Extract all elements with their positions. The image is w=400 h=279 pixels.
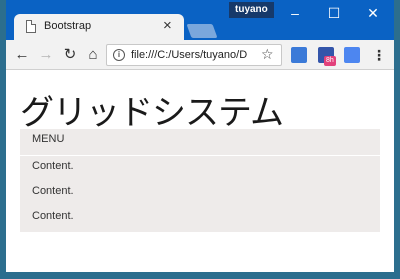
home-icon[interactable]: ⌂ [83,45,103,65]
tab-close-icon[interactable]: × [163,17,172,35]
content-item: Content. [32,210,74,222]
url-text[interactable]: file:///C:/Users/tuyano/D [131,49,253,61]
maximize-icon[interactable]: ☐ [319,2,349,24]
content-item: Content. [32,160,74,172]
browser-toolbar: ← → ↻ ⌂ i file:///C:/Users/tuyano/D ☆ 8h… [6,40,394,70]
page-icon [26,20,36,33]
reload-icon[interactable]: ↻ [60,45,80,65]
minimize-icon[interactable]: – [280,2,310,24]
info-icon[interactable]: i [113,49,125,61]
back-arrow-icon[interactable]: ← [12,45,32,65]
more-menu-icon[interactable]: ⋮ [372,45,386,65]
page-content: グリッドシステム MENU Content. Content. Content. [6,71,394,272]
mail-extension-icon[interactable] [291,47,307,63]
title-bar: Bootstrap × tuyano – ☐ ✕ [6,0,394,40]
content-item: Content. [32,185,74,197]
new-tab-button[interactable] [186,24,218,38]
browser-window: Bootstrap × tuyano – ☐ ✕ ← → ↻ ⌂ i file:… [6,0,394,272]
extension-badge: 8h [324,56,336,66]
tab-title: Bootstrap [44,20,92,32]
bookmark-star-icon[interactable]: ☆ [261,46,274,63]
close-window-icon[interactable]: ✕ [358,2,388,24]
browser-tab[interactable]: Bootstrap × [14,14,184,40]
address-bar[interactable]: i file:///C:/Users/tuyano/D ☆ [106,44,282,66]
forward-arrow-icon[interactable]: → [36,45,56,65]
translate-extension-icon[interactable] [344,47,360,63]
menu-label: MENU [32,133,65,145]
page-title: グリッドシステム [20,93,284,133]
profile-badge[interactable]: tuyano [229,2,274,18]
content-panel: Content. Content. Content. [20,156,380,232]
menu-panel: MENU [20,129,380,155]
